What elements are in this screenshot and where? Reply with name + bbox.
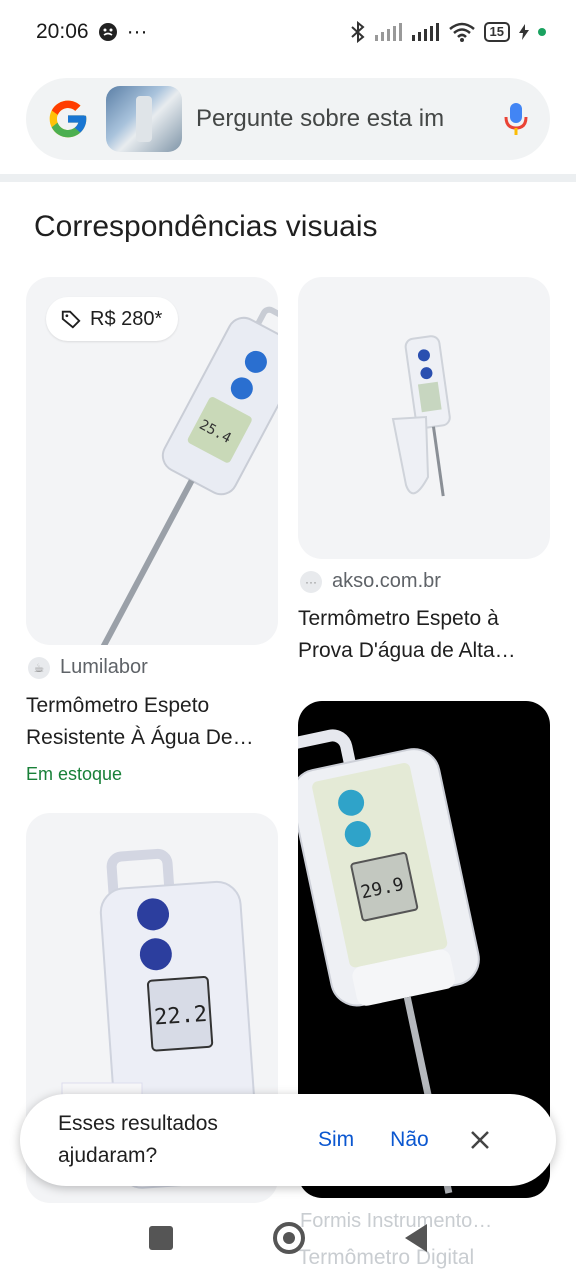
wifi-icon bbox=[448, 22, 475, 42]
privacy-indicator bbox=[538, 28, 546, 36]
microphone-icon[interactable] bbox=[502, 101, 530, 137]
result-source-2[interactable]: ··· akso.com.br bbox=[300, 570, 441, 593]
feedback-snackbar: Esses resultados ajudaram? Sim Não bbox=[20, 1094, 556, 1186]
charging-icon bbox=[519, 24, 529, 40]
result-image-2[interactable] bbox=[298, 277, 550, 559]
google-logo-icon bbox=[49, 100, 87, 138]
thermometer-image bbox=[391, 335, 451, 497]
price-badge: R$ 280* bbox=[46, 297, 179, 341]
signal-icon-2 bbox=[411, 23, 439, 41]
stock-status: Em estoque bbox=[26, 764, 123, 784]
display-reading-2: 22.2 bbox=[153, 1002, 208, 1031]
source-favicon-icon: ··· bbox=[300, 570, 322, 593]
status-bar: 20:06 ··· 15 bbox=[0, 0, 576, 64]
close-icon[interactable] bbox=[467, 1127, 493, 1153]
signal-icon bbox=[374, 23, 402, 41]
feedback-no-button[interactable]: Não bbox=[390, 1128, 429, 1152]
battery-icon: 15 bbox=[483, 22, 510, 42]
section-title: Correspondências visuais bbox=[34, 210, 378, 243]
recents-button[interactable] bbox=[149, 1226, 173, 1250]
search-bar[interactable]: Pergunte sobre esta im bbox=[26, 78, 550, 160]
status-time: 20:06 bbox=[36, 20, 89, 43]
back-button[interactable] bbox=[405, 1224, 427, 1252]
divider bbox=[0, 174, 576, 182]
notification-icon bbox=[98, 23, 117, 41]
feedback-question: Esses resultados ajudaram? bbox=[58, 1112, 218, 1167]
more-notifications-icon: ··· bbox=[126, 20, 148, 43]
result-source-1[interactable]: ☕ Lumilabor bbox=[28, 656, 148, 679]
result-title-1[interactable]: Termômetro Espeto Resistente À Água De… bbox=[26, 690, 278, 754]
price-tag-icon bbox=[61, 310, 81, 329]
bluetooth-icon bbox=[350, 21, 365, 43]
search-input[interactable]: Pergunte sobre esta im bbox=[196, 105, 492, 133]
result-title-2[interactable]: Termômetro Espeto à Prova D'água de Alta… bbox=[298, 603, 550, 667]
system-navigation-bar bbox=[0, 1196, 576, 1280]
feedback-yes-button[interactable]: Sim bbox=[318, 1128, 354, 1152]
source-favicon-icon: ☕ bbox=[28, 656, 50, 679]
query-image-thumbnail[interactable] bbox=[106, 86, 182, 152]
home-button[interactable] bbox=[273, 1222, 305, 1254]
price-label: R$ 280* bbox=[90, 307, 163, 330]
result-image-1[interactable]: 25.4 R$ 280* bbox=[26, 277, 278, 645]
source-name: Lumilabor bbox=[60, 656, 148, 678]
source-name: akso.com.br bbox=[332, 570, 441, 592]
